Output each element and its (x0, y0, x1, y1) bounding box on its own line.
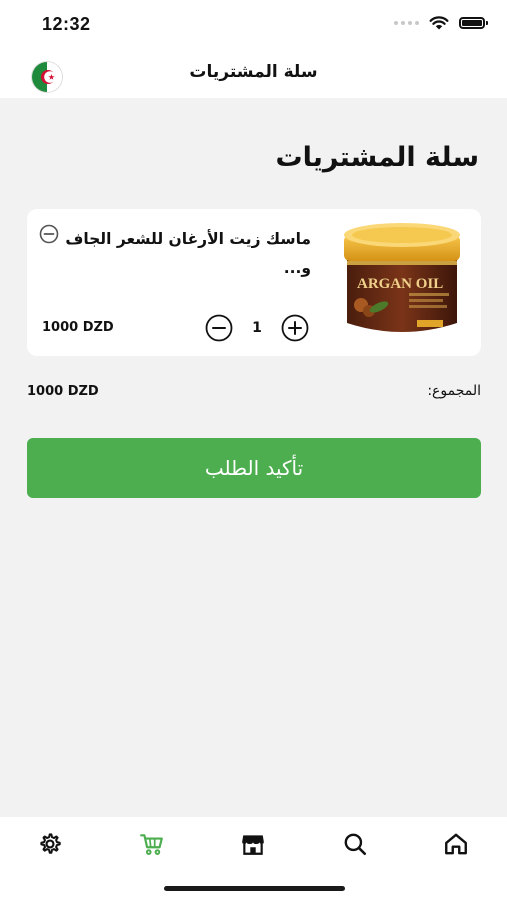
increase-quantity-button[interactable] (281, 314, 309, 342)
product-image-label: ARGAN OIL (357, 276, 443, 292)
signal-dots-icon (394, 21, 419, 25)
wifi-icon (429, 16, 449, 30)
decrease-quantity-button[interactable] (205, 314, 233, 342)
status-time: 12:32 (42, 14, 91, 34)
item-price: 1000 DZD (42, 320, 114, 335)
settings-icon[interactable] (37, 831, 63, 857)
total-row: المجموع: 1000 DZD (27, 381, 481, 405)
total-label: المجموع: (427, 383, 481, 399)
quantity-stepper: 1 (205, 314, 309, 342)
cart-icon[interactable] (139, 831, 165, 857)
page-heading: سلة المشتريات (275, 142, 479, 173)
remove-item-icon[interactable] (39, 224, 59, 244)
status-icons (394, 16, 488, 30)
home-icon[interactable] (443, 831, 469, 857)
home-indicator (164, 886, 345, 891)
cart-item-card: ARGAN OIL ماسك زيت الأرغان للشعر الجاف و… (27, 209, 481, 356)
product-name: ماسك زيت الأرغان للشعر الجاف و... (65, 230, 311, 277)
nav-title: سلة المشتريات (189, 62, 318, 82)
quantity-value: 1 (252, 320, 262, 336)
total-value: 1000 DZD (27, 384, 99, 399)
search-icon[interactable] (342, 831, 368, 857)
store-icon[interactable] (240, 831, 266, 857)
status-bar: 12:32 (0, 0, 507, 52)
product-image[interactable]: ARGAN OIL (339, 219, 465, 345)
battery-icon (459, 17, 488, 29)
nav-bar: سلة المشتريات (0, 52, 507, 98)
confirm-order-button[interactable]: تأكيد الطلب (27, 438, 481, 498)
